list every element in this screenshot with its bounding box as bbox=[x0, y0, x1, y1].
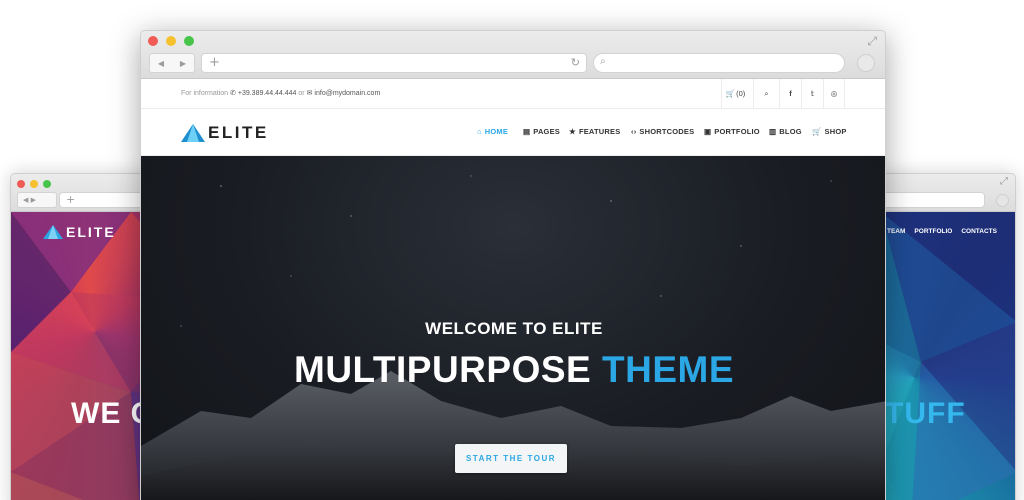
hero-title-main: MULTIPURPOSE bbox=[294, 349, 592, 390]
cart-count: (0) bbox=[736, 89, 746, 98]
maximize-window-button[interactable] bbox=[43, 180, 51, 188]
home-icon: ⌂ bbox=[477, 127, 482, 136]
back-forward-buttons-main: ◀ ▶ bbox=[149, 53, 195, 73]
right-site-nav: TEAM PORTFOLIO CONTACTS bbox=[887, 228, 997, 235]
back-forward-buttons[interactable]: ◀ ▶ bbox=[17, 192, 57, 208]
nav-item-blog[interactable]: ▥ BLOG bbox=[769, 127, 802, 136]
reload-icon[interactable]: ↻ bbox=[571, 56, 580, 69]
fullscreen-icon[interactable]: ⤢ bbox=[1000, 176, 1008, 187]
forward-arrow-icon[interactable]: ▶ bbox=[180, 59, 186, 68]
nav-item-team[interactable]: TEAM bbox=[887, 228, 905, 235]
elite-logo-icon-main bbox=[181, 124, 205, 142]
hero-title-accent: THEME bbox=[602, 349, 734, 390]
phone-number[interactable]: +39.389.44.44.444 bbox=[238, 90, 297, 97]
main-browser-window: ⤢ ◀ ▶ + ↻ ⌕ For information ✆ +39.389.44… bbox=[140, 30, 886, 500]
nav-label-shortcodes: SHORTCODES bbox=[639, 127, 695, 136]
minimize-window-button[interactable] bbox=[30, 180, 38, 188]
site-search-button[interactable]: ⌕ bbox=[753, 79, 779, 108]
nav-item-contacts[interactable]: CONTACTS bbox=[961, 228, 997, 235]
left-site-logo-text: ELITE bbox=[66, 224, 116, 240]
search-icon-topbar: ⌕ bbox=[764, 88, 769, 98]
info-label: For information bbox=[181, 90, 229, 97]
code-icon: ‹› bbox=[631, 127, 637, 136]
document-icon: ▤ bbox=[523, 127, 531, 136]
envelope-icon: ✉ bbox=[306, 90, 313, 97]
phone-icon: ✆ bbox=[230, 90, 236, 97]
site-logo[interactable]: ELITE bbox=[181, 123, 269, 143]
stage: ◀ ▶ + ELITE WE C ⤢ TEAM PORTFOLIO CONTAC… bbox=[0, 0, 1024, 500]
browser-menu-button[interactable] bbox=[857, 54, 875, 72]
nav-label-home: HOME bbox=[484, 127, 509, 136]
right-browser-round-button[interactable] bbox=[996, 194, 1009, 207]
star-icon: ★ bbox=[569, 127, 576, 136]
back-arrow-icon[interactable]: ◀ bbox=[158, 59, 164, 68]
nav-item-home[interactable]: ⌂ HOME bbox=[477, 127, 508, 136]
site-navbar: ELITE ⌂ HOME ▤ PAGES ★ FEATURES ‹› SHORTCODE… bbox=[141, 109, 885, 156]
nav-label-portfolio: PORTFOLIO bbox=[714, 127, 760, 136]
site-topbar: For information ✆ +39.389.44.44.444 or ✉… bbox=[141, 79, 885, 109]
fullscreen-icon-main[interactable]: ⤢ bbox=[867, 34, 877, 49]
nav-item-portfolio[interactable]: PORTFOLIO bbox=[914, 228, 952, 235]
start-tour-button[interactable]: START THE TOUR bbox=[455, 444, 567, 473]
minimize-window-button-main[interactable] bbox=[166, 36, 176, 46]
nav-label-blog: BLOG bbox=[779, 127, 802, 136]
briefcase-icon: ▣ bbox=[704, 127, 712, 136]
right-site-hero-text: TUFF bbox=[885, 397, 966, 430]
nav-item-features[interactable]: ★ FEATURES bbox=[569, 127, 620, 136]
maximize-window-button-main[interactable] bbox=[184, 36, 194, 46]
nav-item-pages[interactable]: ▤ PAGES bbox=[523, 127, 560, 136]
cart-icon-nav: 🛒 bbox=[812, 127, 822, 136]
nav-label-pages: PAGES bbox=[533, 127, 560, 136]
elite-logo-icon bbox=[43, 225, 63, 239]
nav-item-shortcodes[interactable]: ‹› SHORTCODES bbox=[631, 127, 694, 136]
search-icon: ⌕ bbox=[600, 56, 606, 67]
address-bar-main[interactable]: + ↻ bbox=[201, 53, 587, 73]
dribbble-icon[interactable]: ◎ bbox=[823, 79, 845, 108]
twitter-icon[interactable]: 𝕥 bbox=[801, 79, 823, 108]
nav-label-features: FEATURES bbox=[578, 127, 621, 136]
left-site-logo[interactable]: ELITE bbox=[43, 224, 116, 240]
close-window-button[interactable] bbox=[17, 180, 25, 188]
hero-welcome-text: WELCOME TO ELITE bbox=[425, 319, 603, 338]
book-icon: ▥ bbox=[769, 127, 777, 136]
new-tab-plus-icon-main[interactable]: + bbox=[209, 55, 220, 70]
contact-info: For information ✆ +39.389.44.44.444 or ✉… bbox=[181, 89, 380, 97]
email-link[interactable]: info@mydomain.com bbox=[314, 90, 380, 97]
nav-item-portfolio[interactable]: ▣ PORTFOLIO bbox=[704, 127, 760, 136]
nav-item-shop[interactable]: 🛒 SHOP bbox=[812, 127, 847, 136]
close-window-button-main[interactable] bbox=[148, 36, 158, 46]
or-text: or bbox=[298, 90, 305, 97]
main-browser-chrome: ⤢ ◀ ▶ + ↻ ⌕ bbox=[141, 31, 885, 79]
browser-search-input[interactable]: ⌕ bbox=[593, 53, 845, 73]
facebook-icon[interactable]: f bbox=[779, 79, 801, 108]
hero-section: WELCOME TO ELITE MULTIPURPOSE THEME STAR… bbox=[141, 156, 885, 500]
hero-title: MULTIPURPOSE THEME bbox=[141, 349, 885, 391]
site-logo-text: ELITE bbox=[208, 123, 269, 142]
nav-label-shop: SHOP bbox=[824, 127, 847, 136]
cart-button[interactable]: 🛒 (0) bbox=[721, 79, 749, 108]
new-tab-plus-icon[interactable]: + bbox=[66, 193, 75, 206]
cart-icon: 🛒 bbox=[725, 89, 736, 98]
